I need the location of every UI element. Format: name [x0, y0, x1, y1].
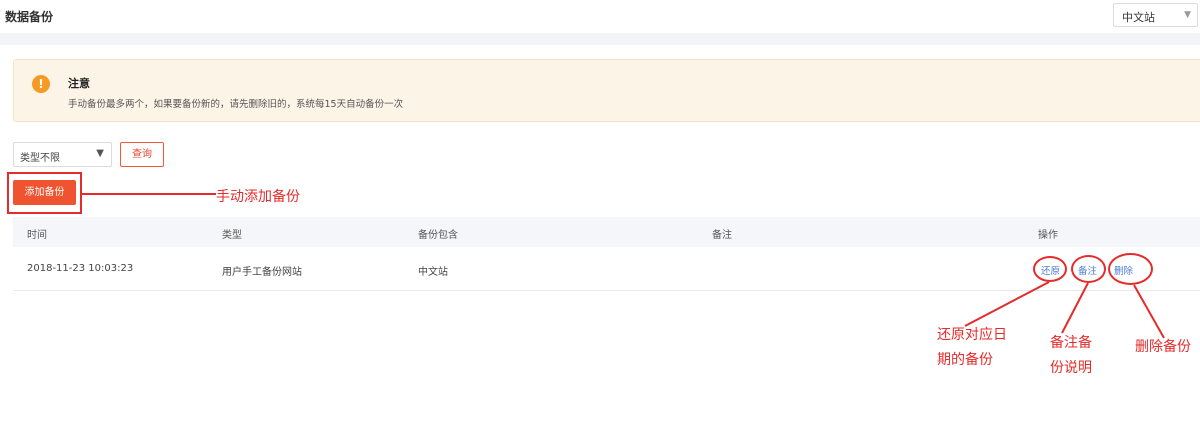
annotation-note-line2: 份说明: [1050, 360, 1092, 376]
annotation-line-delete: [1133, 284, 1165, 339]
annotation-delete: 删除备份: [1135, 339, 1191, 355]
annotation-note-line1: 备注备: [1050, 335, 1092, 351]
annotation-connectors: [964, 281, 1165, 339]
annotation-line-note: [1061, 282, 1089, 334]
annotation-note: 备注备 份说明: [1050, 331, 1092, 381]
annotation-restore-line1: 还原对应日: [937, 327, 1007, 343]
annotation-line-restore: [964, 281, 1050, 327]
annotation-restore-line2: 期的备份: [937, 352, 993, 368]
annotation-restore: 还原对应日 期的备份: [937, 323, 1007, 373]
